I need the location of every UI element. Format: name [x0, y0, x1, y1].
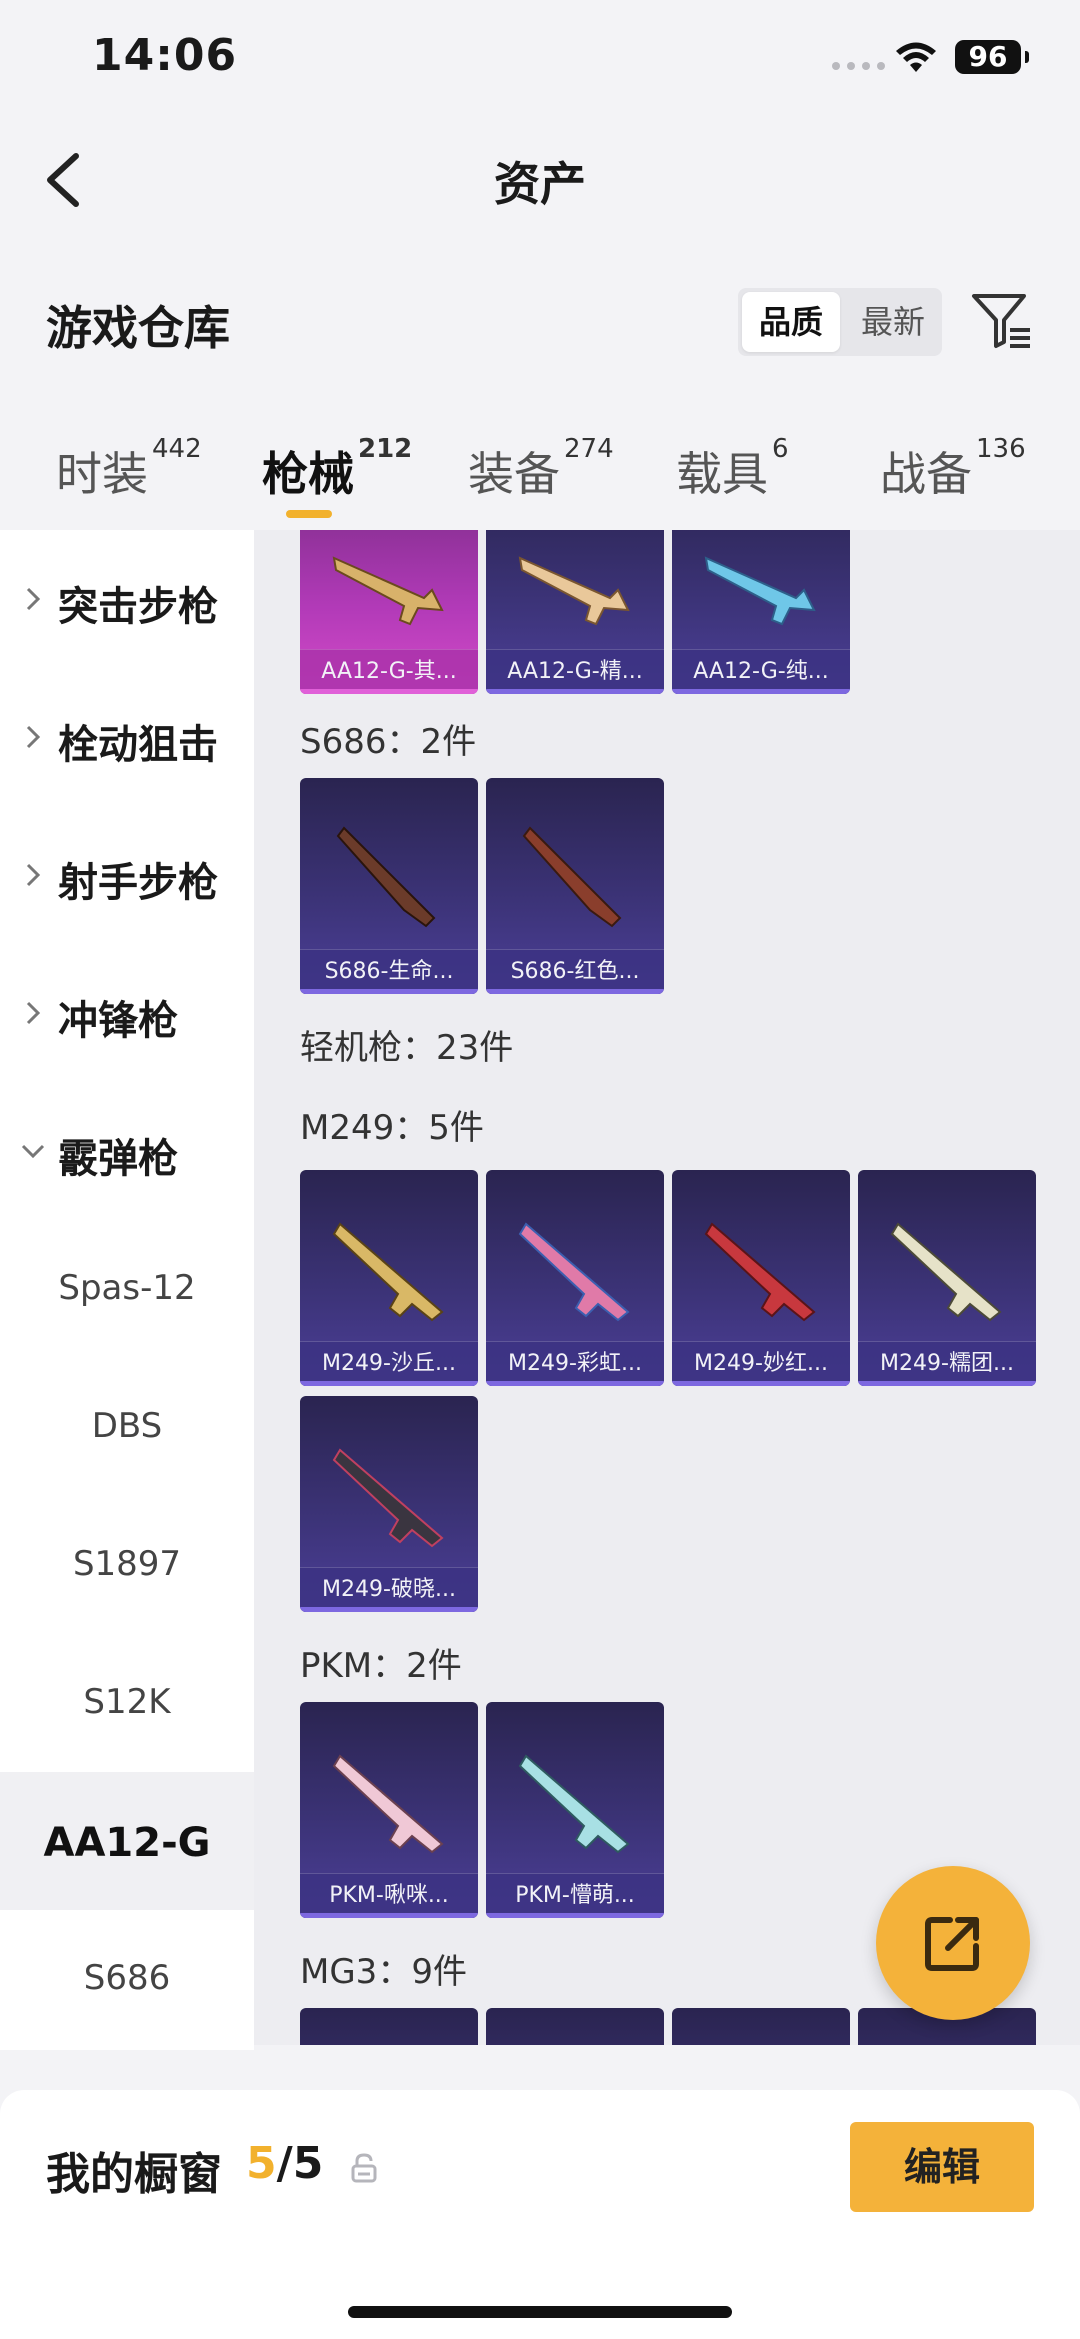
edit-button[interactable]: 编辑	[850, 2122, 1034, 2212]
sidebar-item-assault-rifle[interactable]: 突击步枪	[0, 530, 254, 668]
sort-quality-option[interactable]: 品质	[742, 292, 840, 352]
active-tab-indicator	[286, 510, 332, 518]
showcase-count: 5/5	[246, 2138, 324, 2189]
tab-vehicles[interactable]: 载具 6	[676, 434, 789, 504]
item-card[interactable]: M249-沙丘...	[300, 1170, 478, 1386]
sidebar-subitem-aa12g[interactable]: AA12-G	[0, 1772, 254, 1910]
sidebar-item-bolt-sniper[interactable]: 栓动狙击	[0, 668, 254, 806]
item-card[interactable]: PKM-啾咪...	[300, 1702, 478, 1918]
status-time: 14:06	[92, 30, 238, 81]
sort-toggle: 品质 最新	[738, 288, 942, 356]
chevron-right-icon	[26, 863, 41, 887]
rifle-image	[518, 556, 630, 626]
group-label-lmg: 轻机枪：23件	[300, 1028, 514, 1068]
weapon-category-sidebar: 突击步枪 栓动狙击 射手步枪 冲锋枪 霰弹枪 Spas-12 DBS S1897…	[0, 530, 254, 2050]
tab-firearms[interactable]: 枪械 212	[262, 434, 412, 504]
machine-gun-image	[518, 1754, 630, 1854]
lock-icon	[351, 2153, 377, 2183]
item-card[interactable]	[486, 2008, 664, 2045]
item-card[interactable]: AA12-G-其...	[300, 530, 478, 694]
category-tabs: 时装 442 枪械 212 装备 274 载具 6 战备 136	[0, 420, 1080, 530]
share-button[interactable]	[876, 1866, 1030, 2020]
machine-gun-image	[332, 1448, 444, 1548]
page-title: 资产	[494, 157, 586, 211]
showcase-title: 我的橱窗	[46, 2149, 222, 2200]
item-card[interactable]: M249-糯团...	[858, 1170, 1036, 1386]
cellular-signal-icon	[832, 62, 885, 70]
sort-latest-option[interactable]: 最新	[844, 288, 942, 356]
showcase-bar: 我的橱窗 5/5 编辑	[0, 2090, 1080, 2339]
group-label-mg3: MG3：9件	[300, 1952, 467, 1992]
filter-icon[interactable]	[968, 288, 1034, 354]
machine-gun-image	[704, 1222, 816, 1322]
wifi-icon	[896, 42, 936, 72]
status-bar: 14:06 96	[0, 0, 1080, 120]
item-grid: AA12-G-其... AA12-G-精... AA12-G-纯... S686…	[254, 530, 1080, 2045]
tab-equipment[interactable]: 装备 274	[468, 434, 614, 504]
chevron-down-icon	[21, 1144, 45, 1159]
sidebar-subitem-s1897[interactable]: S1897	[0, 1496, 254, 1634]
item-card[interactable]	[300, 2008, 478, 2045]
tab-supplies[interactable]: 战备 136	[880, 434, 1026, 504]
sidebar-subitem-s12k[interactable]: S12K	[0, 1634, 254, 1772]
chevron-right-icon	[26, 1001, 41, 1025]
sidebar-subitem-dbs[interactable]: DBS	[0, 1358, 254, 1496]
section-title: 游戏仓库	[46, 301, 230, 355]
home-indicator	[348, 2306, 732, 2318]
group-label-s686: S686：2件	[300, 722, 477, 762]
group-label-pkm: PKM：2件	[300, 1646, 462, 1686]
item-card[interactable]: M249-妙红...	[672, 1170, 850, 1386]
sidebar-item-smg[interactable]: 冲锋枪	[0, 944, 254, 1082]
sidebar-subitem-s686[interactable]: S686	[0, 1910, 254, 2048]
tab-fashion[interactable]: 时装 442	[56, 434, 202, 504]
item-card[interactable]: S686-生命...	[300, 778, 478, 994]
item-card[interactable]: M249-彩虹...	[486, 1170, 664, 1386]
sidebar-item-dmr[interactable]: 射手步枪	[0, 806, 254, 944]
machine-gun-image	[332, 1222, 444, 1322]
nav-bar: 资产	[0, 130, 1080, 230]
item-card[interactable]: AA12-G-纯...	[672, 530, 850, 694]
battery-icon: 96	[955, 40, 1029, 74]
item-card[interactable]: AA12-G-精...	[486, 530, 664, 694]
sidebar-subitem-spas12[interactable]: Spas-12	[0, 1220, 254, 1358]
machine-gun-image	[890, 1222, 1002, 1322]
chevron-right-icon	[26, 587, 41, 611]
machine-gun-image	[332, 1754, 444, 1854]
item-card[interactable]: PKM-懵萌...	[486, 1702, 664, 1918]
shotgun-image	[522, 826, 622, 928]
shotgun-image	[336, 826, 436, 928]
machine-gun-image	[518, 1222, 630, 1322]
external-link-icon	[925, 1917, 979, 1971]
warehouse-header: 游戏仓库 品质 最新	[0, 280, 1080, 370]
item-card[interactable]	[672, 2008, 850, 2045]
chevron-right-icon	[26, 725, 41, 749]
rifle-image	[332, 556, 444, 626]
rifle-image	[704, 556, 816, 626]
sidebar-item-shotgun[interactable]: 霰弹枪	[0, 1082, 254, 1220]
group-label-m249: M249：5件	[300, 1108, 484, 1148]
item-card[interactable]: S686-红色...	[486, 778, 664, 994]
item-card[interactable]: M249-破晓...	[300, 1396, 478, 1612]
